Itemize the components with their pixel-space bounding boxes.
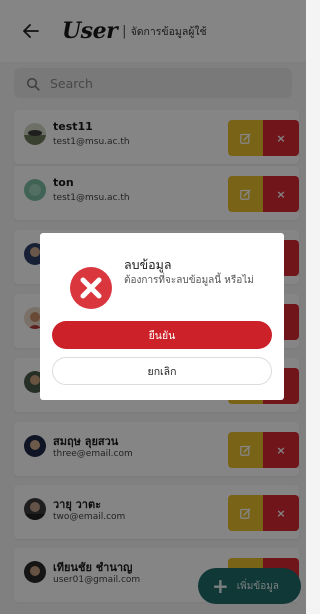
cancel-button[interactable]: ยกเลิก <box>52 357 272 385</box>
dialog-message: ต้องการที่จะลบข้อมูลนี้ หรือไม่ <box>124 275 254 286</box>
app-screen: User | จัดการข้อมูลผู้ใช้ test11 test1@m… <box>0 0 306 614</box>
confirm-button[interactable]: ยืนยัน <box>52 321 272 349</box>
dialog-title: ลบข้อมูล <box>124 257 172 272</box>
delete-confirm-dialog: ลบข้อมูล ต้องการที่จะลบข้อมูลนี้ หรือไม่… <box>40 233 284 400</box>
error-icon <box>69 266 113 310</box>
